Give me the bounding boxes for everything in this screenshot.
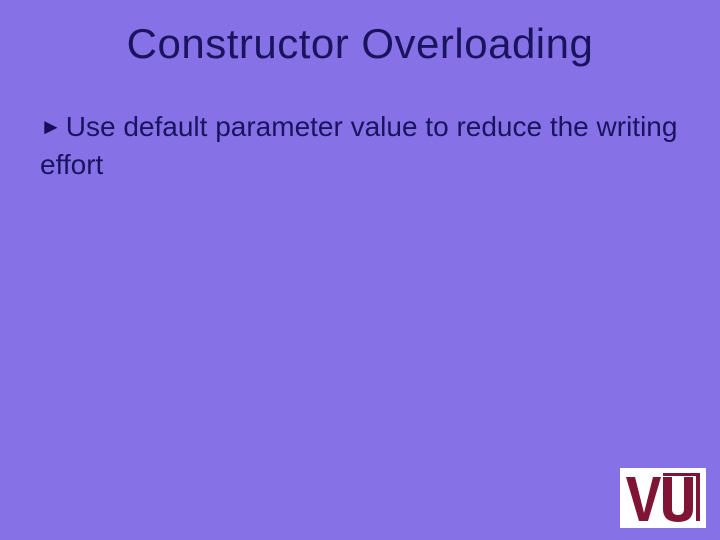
vu-logo-svg bbox=[623, 471, 703, 525]
play-bullet-icon: ► bbox=[40, 112, 62, 142]
bullet-text: Use default parameter value to reduce th… bbox=[40, 111, 677, 180]
slide-title: Constructor Overloading bbox=[0, 20, 720, 68]
vu-logo bbox=[620, 468, 706, 528]
bullet-item: ►Use default parameter value to reduce t… bbox=[40, 108, 680, 184]
slide: Constructor Overloading ►Use default par… bbox=[0, 0, 720, 540]
